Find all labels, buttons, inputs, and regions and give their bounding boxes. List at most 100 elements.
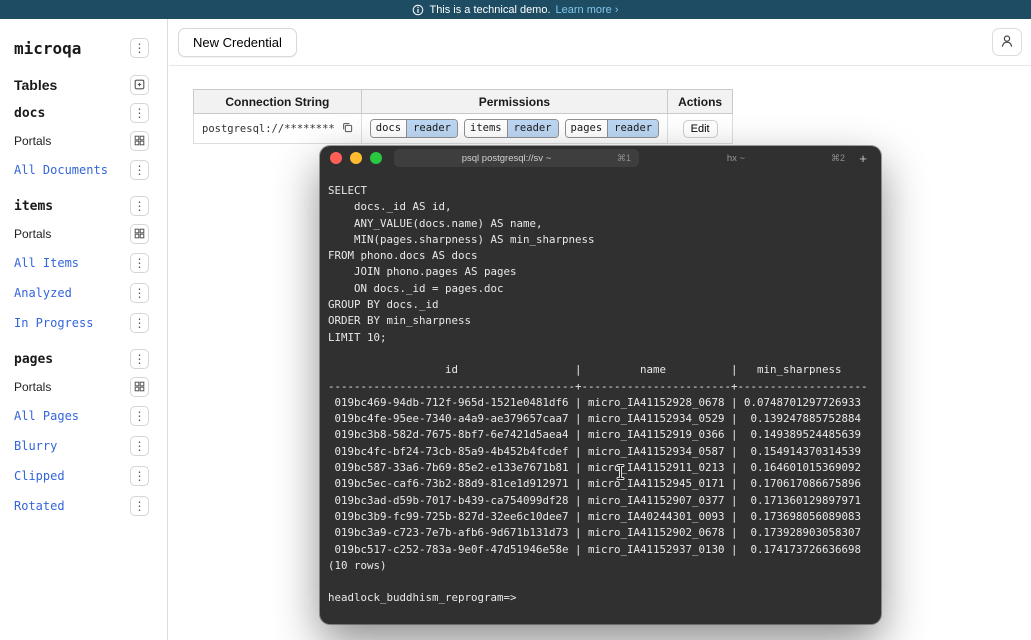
table-menu-button[interactable]: ⋮ [130, 349, 149, 369]
credentials-table: Connection String Permissions Actions po… [193, 89, 733, 144]
portal-link[interactable]: Clipped [14, 469, 65, 483]
portal-item-all-documents[interactable]: All Documents ⋮ [0, 155, 167, 185]
mouse-cursor [616, 464, 625, 485]
portal-link[interactable]: All Pages [14, 409, 79, 423]
portal-menu-button[interactable]: ⋮ [130, 313, 149, 333]
sidebar: microqa ⋮ Tables docs ⋮ Portals All Docu… [0, 19, 168, 640]
portals-label: Portals [14, 227, 51, 241]
column-header-connection-string: Connection String [194, 90, 362, 114]
tab-shortcut: ⌘2 [831, 153, 845, 164]
kebab-icon: ⋮ [134, 42, 146, 54]
new-credential-button[interactable]: New Credential [178, 28, 297, 57]
portal-grid-icon [134, 228, 145, 241]
chip-table-label: pages [566, 120, 608, 137]
kebab-icon: ⋮ [134, 107, 146, 119]
credential-row: postgresql://******** docsreader itemsre… [194, 114, 733, 144]
terminal-tab-hx[interactable]: hx ~ ⌘2 [639, 149, 853, 167]
portal-link[interactable]: Blurry [14, 439, 57, 453]
permission-chip-docs[interactable]: docsreader [370, 119, 458, 138]
portal-menu-button[interactable]: ⋮ [130, 283, 149, 303]
portal-item-all-items[interactable]: All Items ⋮ [0, 248, 167, 278]
portal-menu-button[interactable]: ⋮ [130, 496, 149, 516]
portal-link[interactable]: Rotated [14, 499, 65, 513]
table-name: pages [14, 352, 53, 367]
portal-menu-button[interactable]: ⋮ [130, 466, 149, 486]
terminal-window[interactable]: psql postgresql://sv ~ ⌘1 hx ~ ⌘2 + SELE… [320, 146, 881, 624]
portal-item-rotated[interactable]: Rotated ⋮ [0, 491, 167, 521]
portals-label: Portals [14, 134, 51, 148]
copy-icon [342, 121, 353, 136]
chip-role-label: reader [406, 120, 457, 137]
tables-section-title: Tables [14, 77, 57, 93]
permission-chip-items[interactable]: itemsreader [464, 119, 559, 138]
kebab-icon: ⋮ [134, 287, 146, 299]
portal-menu-button[interactable]: ⋮ [130, 160, 149, 180]
portal-item-clipped[interactable]: Clipped ⋮ [0, 461, 167, 491]
pages-portals-header: Portals [0, 373, 167, 401]
new-tab-button[interactable]: + [853, 151, 873, 166]
portals-label: Portals [14, 380, 51, 394]
items-portals-header: Portals [0, 220, 167, 248]
close-button[interactable] [330, 152, 342, 164]
kebab-icon: ⋮ [134, 200, 146, 212]
column-header-permissions: Permissions [361, 90, 667, 114]
edit-button[interactable]: Edit [683, 120, 718, 138]
chip-role-label: reader [507, 120, 558, 137]
connection-string-value: postgresql://******** [202, 123, 335, 135]
kebab-icon: ⋮ [134, 353, 146, 365]
add-portal-button[interactable] [130, 224, 149, 244]
portal-grid-icon [134, 381, 145, 394]
sidebar-table-docs[interactable]: docs ⋮ [0, 99, 167, 127]
portal-item-all-pages[interactable]: All Pages ⋮ [0, 401, 167, 431]
tables-section-header: Tables [0, 71, 167, 99]
user-icon [1000, 34, 1014, 51]
portal-link[interactable]: Analyzed [14, 286, 72, 300]
kebab-icon: ⋮ [134, 470, 146, 482]
terminal-output: SELECT docs._id AS id, ANY_VALUE(docs.na… [328, 183, 873, 607]
portal-link[interactable]: All Documents [14, 163, 108, 177]
portal-item-in-progress[interactable]: In Progress ⋮ [0, 308, 167, 338]
table-menu-button[interactable]: ⋮ [130, 196, 149, 216]
portal-link[interactable]: All Items [14, 256, 79, 270]
docs-portals-header: Portals [0, 127, 167, 155]
permission-chip-pages[interactable]: pagesreader [565, 119, 660, 138]
portal-menu-button[interactable]: ⋮ [130, 436, 149, 456]
app-menu-button[interactable]: ⋮ [130, 38, 149, 58]
column-header-actions: Actions [668, 90, 733, 114]
app-header: microqa ⋮ [0, 33, 167, 63]
terminal-body[interactable]: SELECT docs._id AS id, ANY_VALUE(docs.na… [320, 170, 881, 620]
minimize-button[interactable] [350, 152, 362, 164]
screen: This is a technical demo. Learn more › m… [0, 0, 1031, 640]
add-portal-button[interactable] [130, 377, 149, 397]
terminal-titlebar[interactable]: psql postgresql://sv ~ ⌘1 hx ~ ⌘2 + [320, 146, 881, 170]
portal-menu-button[interactable]: ⋮ [130, 253, 149, 273]
portal-menu-button[interactable]: ⋮ [130, 406, 149, 426]
sidebar-table-pages[interactable]: pages ⋮ [0, 345, 167, 373]
app-title: microqa [14, 39, 81, 58]
tab-shortcut: ⌘1 [617, 153, 631, 164]
sidebar-table-items[interactable]: items ⋮ [0, 192, 167, 220]
add-table-button[interactable] [130, 75, 149, 95]
copy-button[interactable] [342, 121, 353, 136]
banner-text: This is a technical demo. [429, 4, 550, 16]
kebab-icon: ⋮ [134, 257, 146, 269]
chip-table-label: docs [371, 120, 406, 137]
portal-link[interactable]: In Progress [14, 316, 93, 330]
portal-grid-icon [134, 135, 145, 148]
info-icon [412, 4, 424, 16]
portal-item-analyzed[interactable]: Analyzed ⋮ [0, 278, 167, 308]
kebab-icon: ⋮ [134, 500, 146, 512]
terminal-tab-psql[interactable]: psql postgresql://sv ~ ⌘1 [394, 149, 639, 167]
table-menu-button[interactable]: ⋮ [130, 103, 149, 123]
traffic-lights [330, 152, 382, 164]
portal-item-blurry[interactable]: Blurry ⋮ [0, 431, 167, 461]
add-table-icon [134, 79, 145, 92]
zoom-button[interactable] [370, 152, 382, 164]
permission-chips: docsreader itemsreader pagesreader [370, 119, 659, 138]
tab-title: psql postgresql://sv ~ [402, 153, 611, 164]
chip-table-label: items [465, 120, 507, 137]
table-name: docs [14, 106, 45, 121]
learn-more-link[interactable]: Learn more › [556, 4, 619, 16]
add-portal-button[interactable] [130, 131, 149, 151]
account-button[interactable] [992, 28, 1022, 56]
